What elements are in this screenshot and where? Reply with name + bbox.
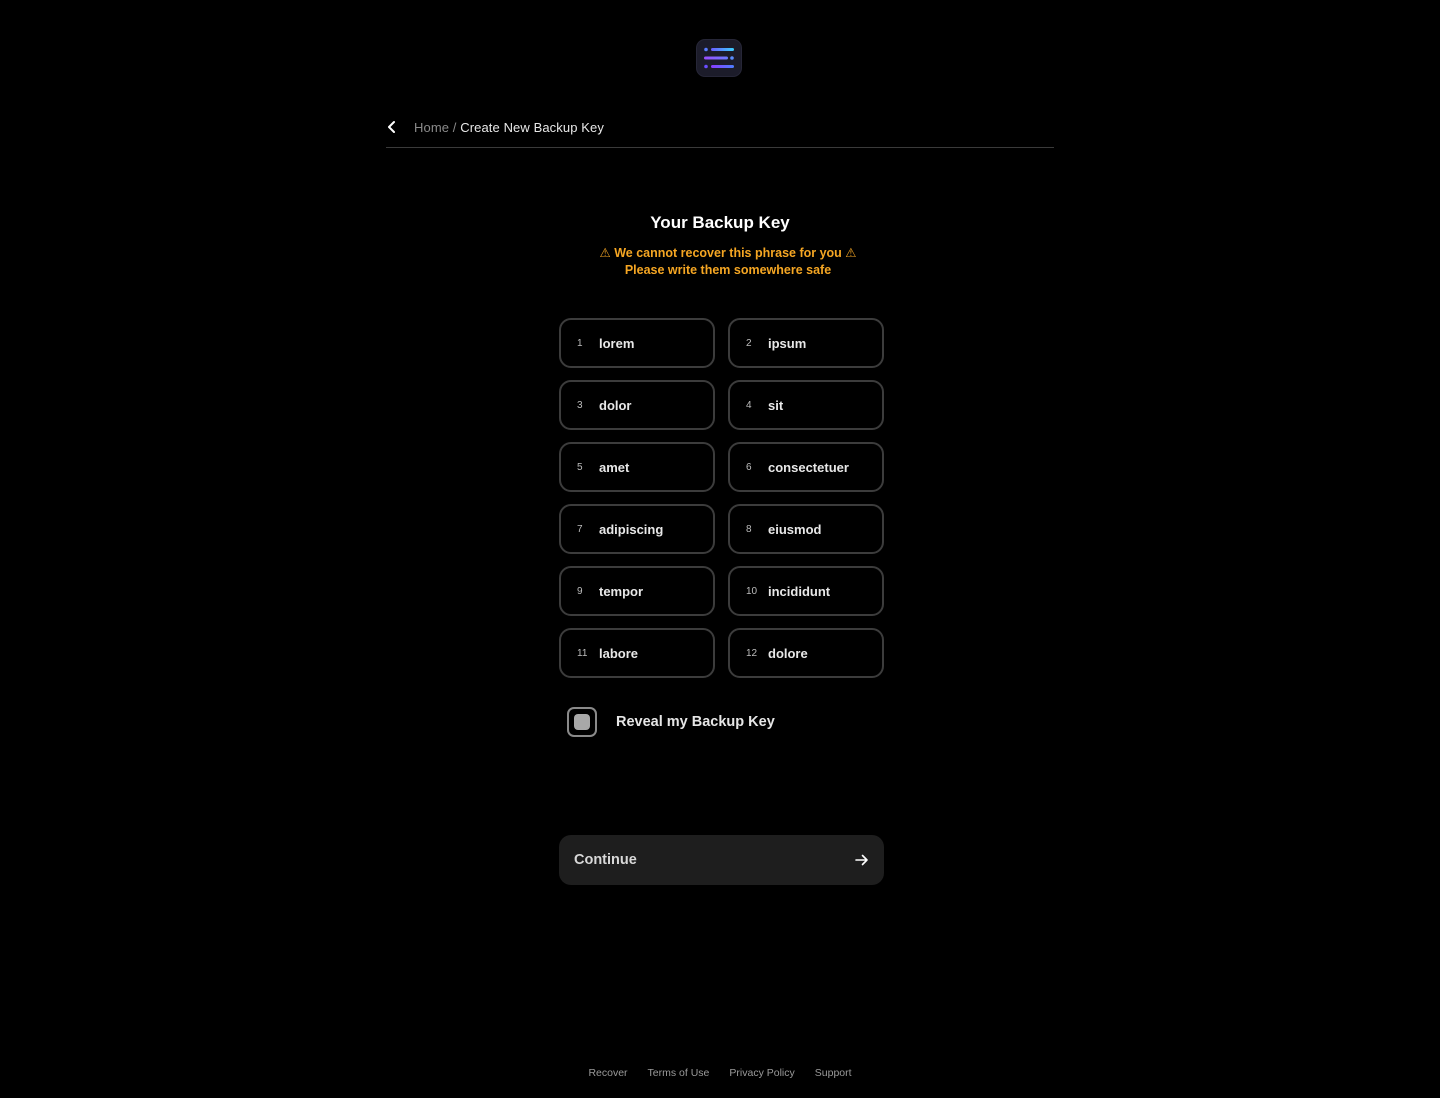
word-text: adipiscing — [599, 521, 664, 537]
footer-link-terms[interactable]: Terms of Use — [648, 1067, 710, 1079]
checkbox-indicator — [574, 714, 590, 730]
word-number: 11 — [577, 647, 588, 659]
footer-links: Recover Terms of Use Privacy Policy Supp… — [0, 1067, 1440, 1079]
word-text: dolore — [768, 645, 808, 661]
menu-lines-logo-icon — [697, 40, 741, 76]
word-cell-10: 10 incididunt — [728, 566, 884, 616]
word-cell-12: 12 dolore — [728, 628, 884, 678]
word-text: amet — [599, 459, 630, 475]
word-text: dolor — [599, 397, 632, 413]
footer-link-recover[interactable]: Recover — [588, 1067, 627, 1079]
continue-button[interactable]: Continue — [559, 835, 884, 885]
word-text: lorem — [599, 335, 635, 351]
word-number: 8 — [746, 523, 752, 535]
word-cell-3: 3 dolor — [559, 380, 715, 430]
word-cell-4: 4 sit — [728, 380, 884, 430]
word-text: labore — [599, 645, 639, 661]
word-number: 10 — [746, 585, 758, 597]
word-text: tempor — [599, 583, 644, 599]
breadcrumb-separator: / — [452, 120, 457, 135]
word-cell-9: 9 tempor — [559, 566, 715, 616]
warning-message: ⚠ We cannot recover this phrase for you … — [520, 245, 936, 279]
breadcrumb: Home / Create New Backup Key — [414, 120, 604, 135]
chevron-left-icon[interactable] — [386, 117, 398, 137]
word-cell-1: 1 lorem — [559, 318, 715, 368]
word-number: 1 — [577, 337, 583, 349]
word-cell-7: 7 adipiscing — [559, 504, 715, 554]
word-text: sit — [768, 397, 784, 413]
word-text: consectetuer — [768, 459, 849, 475]
backup-word-grid: 1 lorem 2 ipsum 3 dolor 4 sit 5 amet 6 c… — [559, 318, 884, 678]
word-cell-8: 8 eiusmod — [728, 504, 884, 554]
reveal-label: Reveal my Backup Key — [616, 714, 775, 730]
warning-line-1: ⚠ We cannot recover this phrase for you … — [599, 246, 857, 260]
word-number: 7 — [577, 523, 583, 535]
word-cell-5: 5 amet — [559, 442, 715, 492]
breadcrumb-home-link[interactable]: Home — [414, 120, 449, 135]
reveal-checkbox[interactable] — [567, 707, 597, 737]
page-title: Your Backup Key — [0, 213, 1440, 233]
word-number: 2 — [746, 337, 752, 349]
word-number: 4 — [746, 399, 752, 411]
page-title-text: Your Backup Key — [650, 213, 790, 232]
reveal-backup-key-toggle[interactable]: Reveal my Backup Key — [567, 706, 775, 738]
word-number: 3 — [577, 399, 583, 411]
word-number: 9 — [577, 585, 583, 597]
warning-line-2: Please write them somewhere safe — [624, 263, 832, 277]
breadcrumb-bar: Home / Create New Backup Key — [386, 112, 1054, 148]
footer-link-support[interactable]: Support — [815, 1067, 852, 1079]
word-number: 5 — [577, 461, 583, 473]
breadcrumb-current: Create New Backup Key — [460, 120, 604, 135]
word-number: 6 — [746, 461, 752, 473]
word-text: eiusmod — [768, 521, 822, 537]
footer-link-privacy[interactable]: Privacy Policy — [729, 1067, 794, 1079]
word-cell-2: 2 ipsum — [728, 318, 884, 368]
backup-key-page: Home / Create New Backup Key Your Backup… — [0, 0, 1440, 1098]
word-text: ipsum — [768, 335, 807, 351]
word-number: 12 — [746, 647, 758, 659]
word-cell-6: 6 consectetuer — [728, 442, 884, 492]
continue-label: Continue — [574, 852, 637, 868]
word-text: incididunt — [768, 583, 831, 599]
arrow-right-icon — [855, 854, 869, 866]
word-cell-11: 11 labore — [559, 628, 715, 678]
